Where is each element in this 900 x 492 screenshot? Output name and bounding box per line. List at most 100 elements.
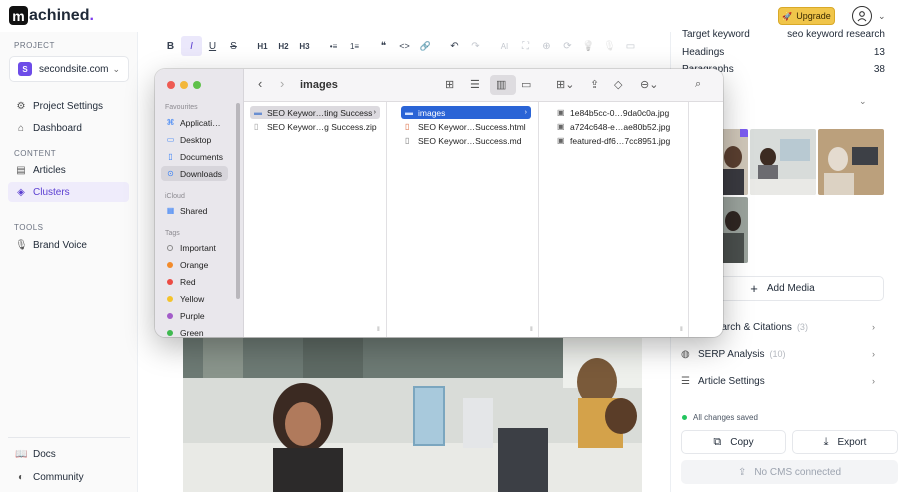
ai-button[interactable]: AI [494,36,515,56]
forward-arrow-icon[interactable]: › [280,76,284,91]
search-icon[interactable]: ⌕ [695,78,701,91]
finder-item-label: 1e84b5cc-0…9da0c0a.jpg [570,107,670,118]
upgrade-button[interactable]: 🚀 Upgrade [778,7,835,25]
chevron-down-icon[interactable]: ⌄ [878,11,886,22]
cms-status[interactable]: ⇪ No CMS connected [681,460,898,484]
quote-button[interactable]: ❝ [373,36,394,56]
finder-sidebar-downloads[interactable]: ⊙ Downloads [161,166,228,181]
finder-window-title: images [300,79,338,91]
underline-button[interactable]: U [202,36,223,56]
finder-tag-important[interactable]: Important [161,240,228,255]
finder-tag-green[interactable]: Green [161,325,228,337]
stat-value: 13 [873,47,885,58]
finder-sidebar-desktop[interactable]: ▭ Desktop [161,132,228,147]
finder-item-jpg[interactable]: ▣ 1e84b5cc-0…9da0c0a.jpg [553,106,685,119]
column-resize-handle[interactable]: ⦀ [680,327,683,334]
sidebar-item-label: Articles [33,164,66,176]
office-photo [183,338,642,492]
more-actions-icon[interactable]: ⊖⌄ [640,78,658,91]
finder-item-folder[interactable]: ▬ SEO Keywor…ting Success › [250,106,380,119]
bullet-list-button[interactable]: •≡ [323,36,344,56]
project-selector[interactable]: S secondsite.com ⌄ [9,56,129,82]
sidebar-item-label: Clusters [33,186,70,198]
comment-icon[interactable]: ▭ [620,36,641,56]
column-resize-handle[interactable]: ⦀ [530,327,533,334]
finder-item-jpg[interactable]: ▣ featured-df6…7cc8951.jpg [553,134,685,147]
finder-sidebar-scrollbar[interactable] [236,103,240,299]
list-view-icon[interactable]: ☰ [470,78,480,91]
numbered-list-button[interactable]: 1≡ [344,36,365,56]
project-section-label: PROJECT [14,41,55,50]
tag-label: Yellow [180,293,205,304]
finder-tag-purple[interactable]: Purple [161,308,228,323]
finder-item-md[interactable]: ▯ SEO Keywor…Success.md [401,134,531,147]
shared-folder-icon: ▦ [166,206,175,215]
top-bar: m achined . 🚀 Upgrade ⌄ [0,0,900,32]
column-resize-handle[interactable]: ⦀ [377,327,380,334]
microphone-icon[interactable]: 🎙 [599,36,620,56]
italic-button[interactable]: I [181,36,202,56]
sidebar-item-articles[interactable]: ▤ Articles [8,160,129,180]
user-icon [857,11,867,22]
export-button[interactable]: ⤓ Export [792,430,898,454]
finder-tag-red[interactable]: Red [161,274,228,289]
close-window-button[interactable] [167,81,175,89]
group-icon[interactable]: ⊞⌄ [556,78,574,91]
refresh-icon[interactable]: ⟳ [557,36,578,56]
target-icon[interactable]: ⊕ [536,36,557,56]
link-button[interactable]: 🔗 [415,36,436,56]
sidebar-item-docs[interactable]: 📖 Docs [8,444,129,464]
heading2-button[interactable]: H2 [273,36,294,56]
accordion-article-settings[interactable]: ☰ Article Settings › [681,371,875,391]
finder-item-label: SEO Keywor…g Success.zip [267,121,377,132]
sidebar-item-community[interactable]: ◐ Community [8,467,129,487]
sidebar-item-clusters[interactable]: ◈ Clusters [8,182,129,202]
globe-icon: ◍ [681,348,690,360]
minimize-window-button[interactable] [180,81,188,89]
back-arrow-icon[interactable]: ‹ [258,76,262,91]
accordion-serp-analysis[interactable]: ◍ SERP Analysis (10) › [681,344,875,364]
undo-button[interactable]: ↶ [444,36,465,56]
bold-button[interactable]: B [160,36,181,56]
sidebar-item-dashboard[interactable]: ⌂ Dashboard [8,118,129,138]
accordion-label: SERP Analysis [698,348,765,360]
tag-label: Important [180,242,216,253]
heading3-button[interactable]: H3 [294,36,315,56]
chevron-down-icon[interactable]: ⌄ [859,96,867,107]
heading1-button[interactable]: H1 [252,36,273,56]
copy-label: Copy [730,436,754,448]
tag-dot [167,329,173,336]
finder-sidebar-label: Desktop [180,134,212,145]
strikethrough-button[interactable]: S [223,36,244,56]
finder-tag-orange[interactable]: Orange [161,257,228,272]
finder-tag-yellow[interactable]: Yellow [161,291,228,306]
redo-button[interactable]: ↷ [465,36,486,56]
finder-item-images-folder[interactable]: ▬ images › [401,106,531,119]
finder-item-zip[interactable]: ▯ SEO Keywor…g Success.zip [250,120,380,133]
finder-item-jpg[interactable]: ▣ a724c648-e…ae80b52.jpg [553,120,685,133]
machined-logo[interactable]: m achined . [9,6,94,25]
media-thumbnail[interactable] [818,129,884,195]
finder-item-html[interactable]: ▯ SEO Keywor…Success.html [401,120,531,133]
code-button[interactable]: <> [394,36,415,56]
finder-sidebar-documents[interactable]: ▯ Documents [161,149,228,164]
sidebar-item-project-settings[interactable]: ⚙ Project Settings [8,96,129,116]
icon-view-icon[interactable]: ⊞ [445,78,454,91]
lightbulb-icon[interactable]: 💡 [578,36,599,56]
column-view-icon[interactable]: ▥ [496,78,506,91]
sidebar-item-brand-voice[interactable]: 🎙 Brand Voice [8,235,129,255]
user-avatar[interactable] [852,6,872,26]
copy-button[interactable]: ⧉ Copy [681,430,786,454]
finder-sidebar-applications[interactable]: ⌘ Applicati… [161,115,228,130]
share-icon[interactable]: ⇪ [590,78,599,91]
tools-section-label: TOOLS [14,223,44,232]
finder-sidebar: Favourites ⌘ Applicati… ▭ Desktop ▯ Docu… [155,69,244,337]
maximize-window-button[interactable] [193,81,201,89]
finder-sidebar-shared[interactable]: ▦ Shared [161,203,228,218]
finder-sidebar-label: Documents [180,151,223,162]
media-thumbnail[interactable] [750,129,816,195]
gallery-view-icon[interactable]: ▭ [521,78,531,91]
tag-icon[interactable]: ◇ [614,78,622,91]
upload-icon: ⇪ [737,466,747,478]
expand-icon[interactable]: ⛶ [515,36,536,56]
